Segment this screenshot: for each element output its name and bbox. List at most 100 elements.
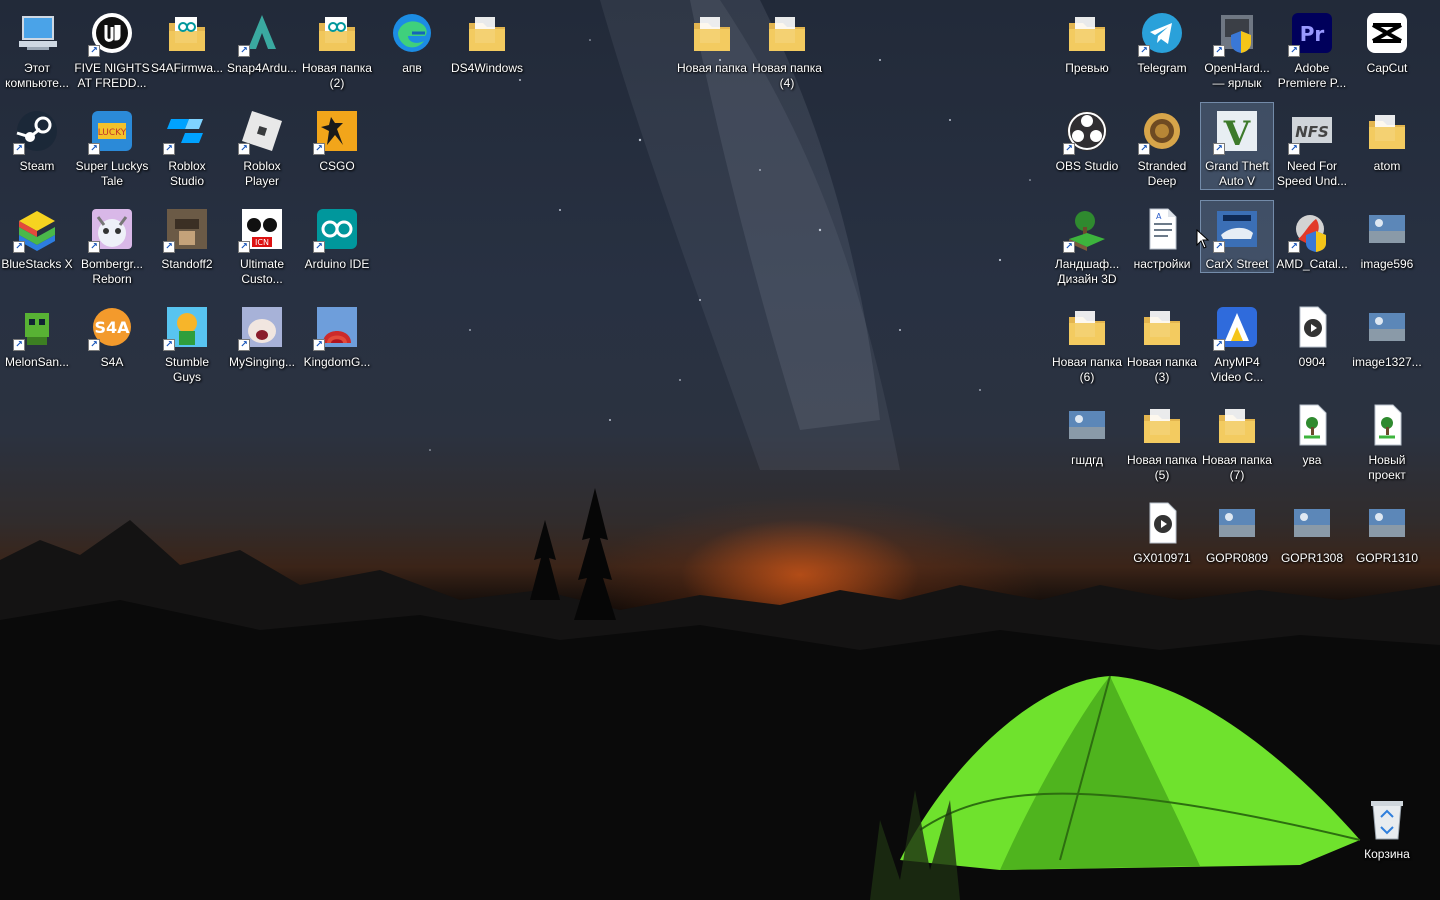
- desktop-icon-stranded-deep[interactable]: ↗ Stranded Deep: [1125, 102, 1199, 190]
- desktop-icon-label: Новая папка (3): [1127, 355, 1197, 384]
- desktop-icon-label: Adobe Premiere P...: [1277, 61, 1347, 90]
- desktop-icon-my-singing-monsters[interactable]: ↗ MySinging...: [225, 298, 299, 371]
- desktop-icon-label: KingdomG...: [303, 355, 371, 369]
- image-file-icon: [1363, 205, 1411, 253]
- desktop-icon-label: S4AFirmwa...: [150, 61, 223, 75]
- desktop-icon-computer[interactable]: Этот компьюте...: [0, 4, 74, 92]
- nfs-icon: NFS ↗: [1288, 107, 1336, 155]
- ultimate-custom-night-icon: ICN ↗: [238, 205, 286, 253]
- desktop-icon-folder[interactable]: Новая папка (5): [1125, 396, 1199, 484]
- desktop-icon-folder[interactable]: Новая папка: [675, 4, 749, 77]
- desktop-icon-bluestacks[interactable]: ↗ BlueStacks X: [0, 200, 74, 273]
- desktop-icon-arduino-ide[interactable]: ↗ Arduino IDE: [300, 200, 374, 273]
- premiere-pro-icon: Pr ↗: [1288, 9, 1336, 57]
- desktop-icon-anymp4[interactable]: ↗ AnyMP4 Video C...: [1200, 298, 1274, 386]
- desktop-icon-label: GX010971: [1133, 551, 1191, 565]
- desktop-icon-label: Grand Theft Auto V: [1205, 159, 1269, 188]
- desktop-icon-project-file[interactable]: ува: [1275, 396, 1349, 469]
- desktop-icon-gta-v[interactable]: V ↗ Grand Theft Auto V: [1200, 102, 1274, 190]
- desktop-icon-folder[interactable]: Новая папка (3): [1125, 298, 1199, 386]
- desktop-icon-premiere-pro[interactable]: Pr ↗ Adobe Premiere P...: [1275, 4, 1349, 92]
- desktop-icon-bombergrounds[interactable]: ↗ Bombergr... Reborn: [75, 200, 149, 288]
- desktop-icon-csgo[interactable]: ↗ CSGO: [300, 102, 374, 175]
- desktop-icon-recycle-bin[interactable]: Корзина: [1350, 790, 1424, 863]
- pine-tree: [574, 488, 616, 620]
- document-icon: A: [1138, 205, 1186, 253]
- desktop-icon-project-file[interactable]: Новый проект: [1350, 396, 1424, 484]
- desktop-icon-label: Snap4Ardu...: [226, 61, 298, 75]
- desktop-icon-capcut[interactable]: CapCut: [1350, 4, 1424, 77]
- desktop-icon-label: S4A: [100, 355, 124, 369]
- desktop-icon-standoff2[interactable]: ↗ Standoff2: [150, 200, 224, 273]
- desktop-icon-carx-street[interactable]: ↗ CarX Street: [1200, 200, 1274, 273]
- desktop-icon-folder[interactable]: atom: [1350, 102, 1424, 175]
- desktop-icon-video-file[interactable]: GX010971: [1125, 494, 1199, 567]
- desktop-icon-image-file[interactable]: GOPR0809: [1200, 494, 1274, 567]
- desktop-icon-roblox-studio[interactable]: ↗ Roblox Studio: [150, 102, 224, 190]
- desktop-icon-steam[interactable]: ↗ Steam: [0, 102, 74, 175]
- desktop-icon-label: Stumble Guys: [164, 355, 210, 384]
- desktop-icon-s4a[interactable]: S4A ↗ S4A: [75, 298, 149, 371]
- shortcut-arrow-icon: ↗: [88, 339, 100, 351]
- desktop-icon-video-file[interactable]: 0904: [1275, 298, 1349, 371]
- desktop-icon-folder[interactable]: Новая папка (7): [1200, 396, 1274, 484]
- shortcut-arrow-icon: ↗: [238, 339, 250, 351]
- roblox-player-icon: ↗: [238, 107, 286, 155]
- desktop-icon-kingdom-game[interactable]: ↗ KingdomG...: [300, 298, 374, 371]
- folder-icon: [1363, 107, 1411, 155]
- desktop-icon-image-file[interactable]: гшдгд: [1050, 396, 1124, 469]
- shortcut-arrow-icon: ↗: [313, 339, 325, 351]
- shortcut-arrow-icon: ↗: [88, 45, 100, 57]
- shortcut-arrow-icon: ↗: [1138, 45, 1150, 57]
- desktop-icon-edge[interactable]: апв: [375, 4, 449, 77]
- desktop-icon-label: GOPR1310: [1355, 551, 1419, 565]
- gta-v-icon: V ↗: [1213, 107, 1261, 155]
- desktop-icon-label: Этот компьюте...: [5, 61, 69, 90]
- desktop-icon-snap4arduino[interactable]: ↗ Snap4Ardu...: [225, 4, 299, 77]
- desktop-icon-landscape-design[interactable]: ↗ Ландшаф... Дизайн 3D: [1050, 200, 1124, 288]
- svg-text:V: V: [1223, 114, 1251, 154]
- capcut-icon: [1363, 9, 1411, 57]
- desktop-icon-folder[interactable]: Превью: [1050, 4, 1124, 77]
- desktop-icon-nfs[interactable]: NFS ↗ Need For Speed Und...: [1275, 102, 1349, 190]
- desktop-icon-folder[interactable]: Новая папка (4): [750, 4, 824, 92]
- telegram-icon: ↗: [1138, 9, 1186, 57]
- desktop-icon-label: Новая папка (2): [302, 61, 372, 90]
- openhardware-icon: ↗: [1213, 9, 1261, 57]
- shortcut-arrow-icon: ↗: [238, 143, 250, 155]
- desktop-icon-folder[interactable]: DS4Windows: [450, 4, 524, 77]
- desktop-icon-stumble-guys[interactable]: ↗ Stumble Guys: [150, 298, 224, 386]
- desktop-icon-label: настройки: [1133, 257, 1191, 271]
- desktop-icon-image-file[interactable]: image1327...: [1350, 298, 1424, 371]
- desktop-icon-label: OBS Studio: [1055, 159, 1119, 173]
- desktop-icon-image-file[interactable]: GOPR1310: [1350, 494, 1424, 567]
- folder-icon: [1213, 401, 1261, 449]
- image-file-icon: [1363, 499, 1411, 547]
- desktop-icon-obs[interactable]: ↗ OBS Studio: [1050, 102, 1124, 175]
- desktop-icon-image-file[interactable]: GOPR1308: [1275, 494, 1349, 567]
- desktop-icon-super-luckys-tale[interactable]: LUCKY ↗ Super Luckys Tale: [75, 102, 149, 190]
- desktop-icon-ultimate-custom-night[interactable]: ICN ↗ Ultimate Custo...: [225, 200, 299, 288]
- desktop-icon-amd-catalyst[interactable]: ↗ AMD_Catal...: [1275, 200, 1349, 273]
- desktop-icon-label: OpenHard... — ярлык: [1204, 61, 1270, 90]
- desktop-icon-telegram[interactable]: ↗ Telegram: [1125, 4, 1199, 77]
- anymp4-icon: ↗: [1213, 303, 1261, 351]
- desktop-icon-arduino-folder[interactable]: S4AFirmwa...: [150, 4, 224, 77]
- shortcut-arrow-icon: ↗: [13, 241, 25, 253]
- desktop-icon-label: Need For Speed Und...: [1276, 159, 1348, 188]
- desktop-icon-melon-sandbox[interactable]: ↗ MelonSan...: [0, 298, 74, 371]
- desktop-icon-arduino-folder[interactable]: Новая папка (2): [300, 4, 374, 92]
- unreal-engine-icon: ↗: [88, 9, 136, 57]
- desktop-icon-folder[interactable]: Новая папка (6): [1050, 298, 1124, 386]
- landscape-design-icon: ↗: [1063, 205, 1111, 253]
- desktop-icon-label: BlueStacks X: [1, 257, 73, 271]
- desktop-icon-unreal-engine[interactable]: ↗ FIVE NIGHTS AT FREDD...: [74, 4, 150, 92]
- desktop-icon-label: Новая папка (7): [1202, 453, 1272, 482]
- desktop-icon-document[interactable]: Aнастройки: [1125, 200, 1199, 273]
- desktop-icon-image-file[interactable]: image596: [1350, 200, 1424, 273]
- shortcut-arrow-icon: ↗: [1063, 241, 1075, 253]
- image-file-icon: [1363, 303, 1411, 351]
- desktop-icon-openhardware[interactable]: ↗ OpenHard... — ярлык: [1200, 4, 1274, 92]
- desktop-icon-label: Новая папка (6): [1052, 355, 1122, 384]
- desktop-icon-roblox-player[interactable]: ↗ Roblox Player: [225, 102, 299, 190]
